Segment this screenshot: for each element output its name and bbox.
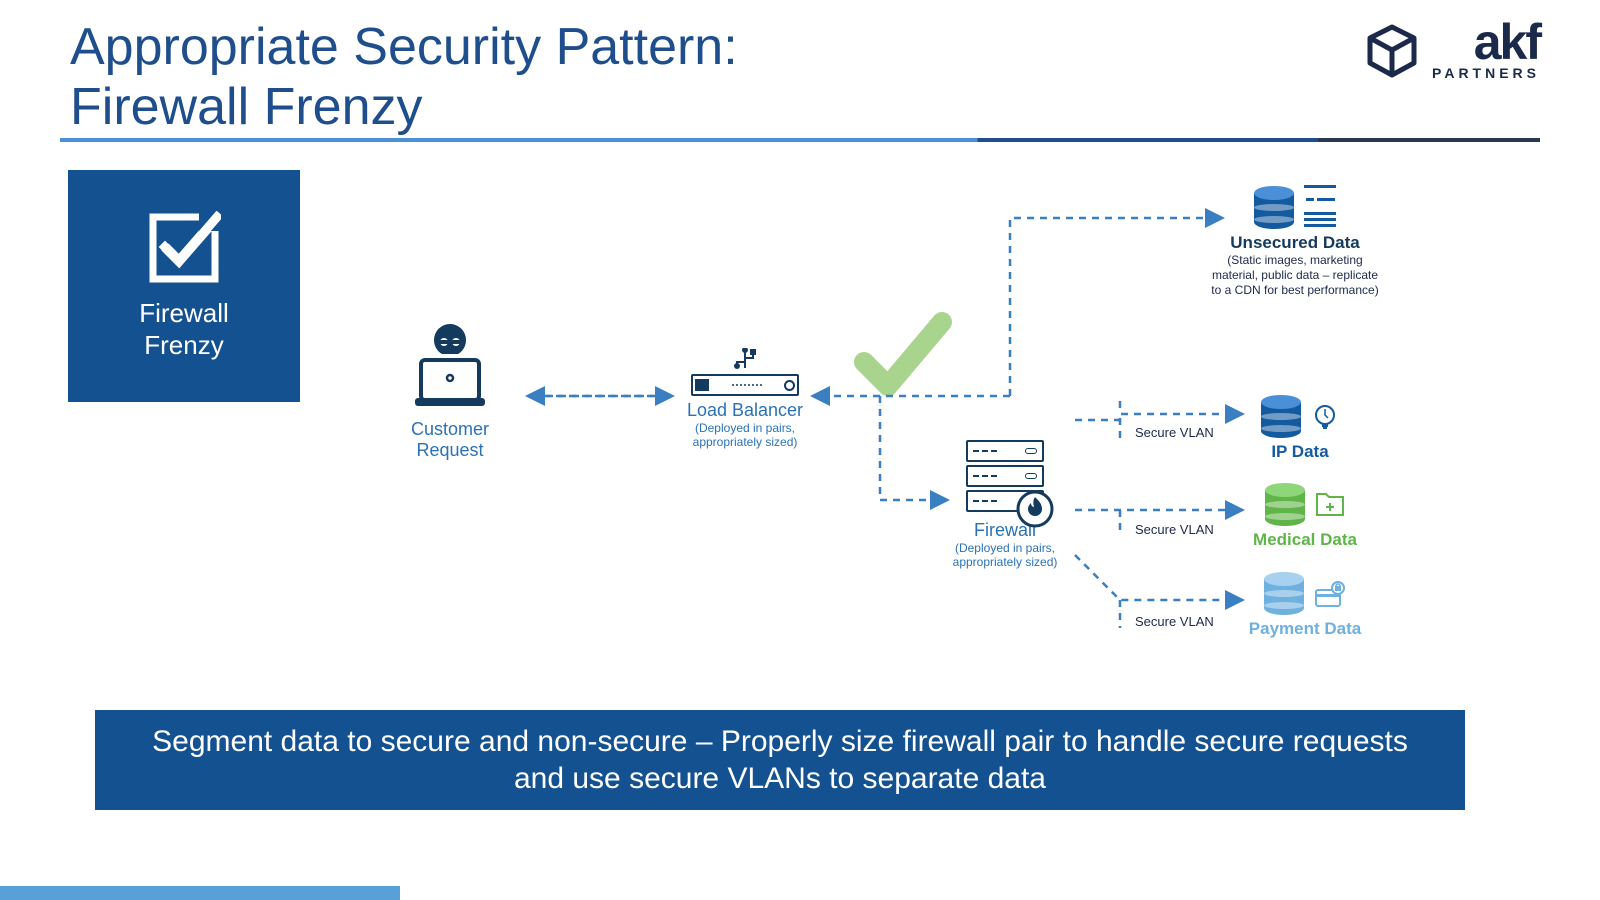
bottom-stripe <box>0 886 400 900</box>
logo-brand: akf <box>1474 20 1540 65</box>
list-icon <box>1304 185 1336 230</box>
unsecured-node: Unsecured Data (Static images, marketing… <box>1210 185 1380 298</box>
badge-firewall-frenzy: Firewall Frenzy <box>68 170 300 402</box>
badge-label: Firewall Frenzy <box>139 297 229 362</box>
unsecured-title: Unsecured Data <box>1210 233 1380 253</box>
lightbulb-icon <box>1311 403 1339 431</box>
payment-label: Payment Data <box>1225 619 1385 639</box>
customer-node: Customer Request <box>390 320 510 461</box>
title-rule <box>60 138 1540 142</box>
title-line2: Firewall Frenzy <box>70 78 423 136</box>
loadbalancer-icon <box>691 374 799 396</box>
loadbalancer-node: Load Balancer (Deployed in pairs, approp… <box>680 348 810 450</box>
customer-label: Customer Request <box>390 419 510 461</box>
vlan-label-2: Secure VLAN <box>1135 522 1214 537</box>
database-icon <box>1261 395 1301 439</box>
usb-icon <box>731 348 759 370</box>
unsecured-note: (Static images, marketing material, publ… <box>1210 253 1380 298</box>
lb-label: Load Balancer <box>680 400 810 421</box>
payment-node: Payment Data <box>1225 572 1385 639</box>
lb-sub: (Deployed in pairs, appropriately sized) <box>680 421 810 450</box>
medical-node: Medical Data <box>1230 483 1380 550</box>
checkbox-icon <box>147 211 221 285</box>
ip-node: IP Data <box>1235 395 1365 462</box>
firewall-sub: (Deployed in pairs, appropriately sized) <box>940 541 1070 570</box>
database-icon <box>1265 483 1305 527</box>
slide-title: Appropriate Security Pattern: Firewall F… <box>70 18 738 138</box>
logo-sub: PARTNERS <box>1432 65 1540 81</box>
flame-icon <box>1016 490 1054 528</box>
folder-plus-icon <box>1315 491 1345 519</box>
vlan-label-1: Secure VLAN <box>1135 425 1214 440</box>
ip-label: IP Data <box>1235 442 1365 462</box>
person-laptop-icon <box>405 320 495 410</box>
title-line1: Appropriate Security Pattern: <box>70 18 738 76</box>
footer-banner: Segment data to secure and non-secure – … <box>95 710 1465 810</box>
database-icon <box>1254 186 1294 230</box>
database-icon <box>1264 572 1304 616</box>
cube-icon <box>1364 23 1420 79</box>
green-check-icon <box>844 304 954 414</box>
vlan-label-3: Secure VLAN <box>1135 614 1214 629</box>
logo: akf PARTNERS <box>1364 20 1540 81</box>
medical-label: Medical Data <box>1230 530 1380 550</box>
card-lock-icon <box>1314 580 1346 608</box>
firewall-node: Firewall (Deployed in pairs, appropriate… <box>940 440 1070 570</box>
